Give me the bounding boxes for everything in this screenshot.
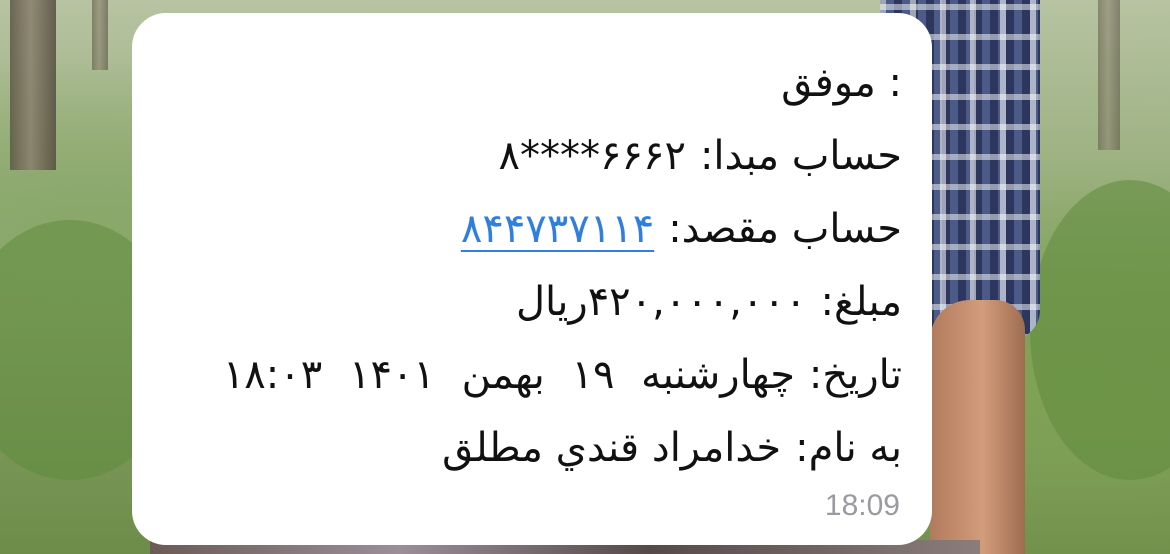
source-account-value: ۶۶۶۲****۸: [498, 133, 686, 179]
amount-value: ۴۲۰,۰۰۰,۰۰۰ریال: [515, 279, 807, 325]
tree-trunk: [10, 0, 56, 170]
name-line: به نام: خدامراد قندي مطلق: [162, 412, 902, 485]
name-label: به نام:: [795, 425, 902, 471]
foliage-right: [1030, 180, 1170, 480]
date-label: تاریخ:: [808, 352, 902, 398]
destination-account-link[interactable]: ۸۴۴۷۳۷۱۱۴: [461, 206, 654, 252]
status-line: : موفق: [162, 47, 902, 120]
source-account-label: حساب مبدا:: [699, 133, 902, 179]
destination-account-label: حساب مقصد:: [668, 206, 902, 252]
date-value: چهارشنبه ۱۹ بهمن ۱۴۰۱ ۱۸:۰۳: [222, 352, 795, 398]
message-bubble[interactable]: : موفق حساب مبدا: ۶۶۶۲****۸ حساب مقصد: ۸۴۴…: [132, 13, 932, 545]
name-value: خدامراد قندي مطلق: [442, 425, 782, 471]
status-text: : موفق: [781, 60, 902, 106]
date-line: تاریخ: چهارشنبه ۱۹ بهمن ۱۴۰۱ ۱۸:۰۳: [162, 339, 902, 412]
source-account-line: حساب مبدا: ۶۶۶۲****۸: [162, 120, 902, 193]
amount-label: مبلغ:: [820, 279, 902, 325]
message-body: : موفق حساب مبدا: ۶۶۶۲****۸ حساب مقصد: ۸۴۴…: [162, 47, 902, 485]
person-arm: [930, 300, 1025, 554]
tree-trunk: [92, 0, 108, 70]
tree-trunk: [1098, 0, 1120, 150]
amount-line: مبلغ: ۴۲۰,۰۰۰,۰۰۰ریال: [162, 266, 902, 339]
destination-account-line: حساب مقصد: ۸۴۴۷۳۷۱۱۴: [162, 193, 902, 266]
message-timestamp: 18:09: [824, 489, 900, 522]
